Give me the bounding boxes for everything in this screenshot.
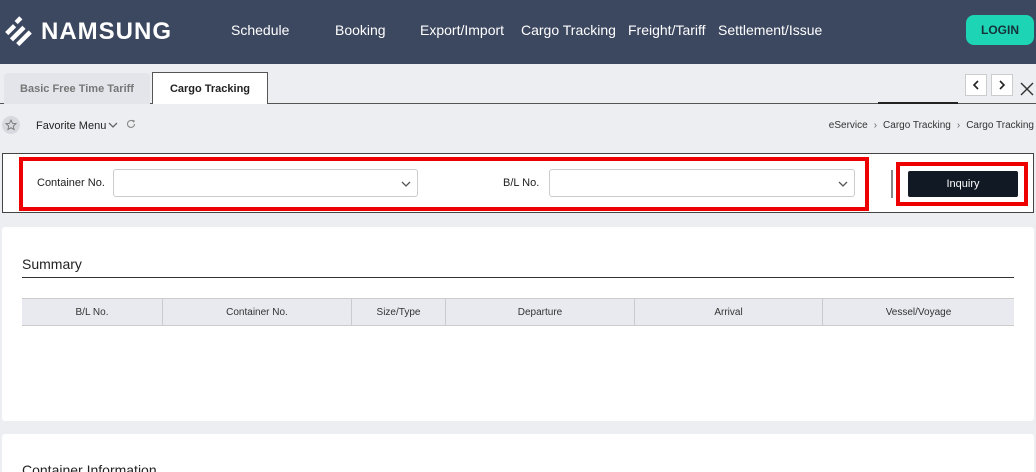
tab-underline-accent: [878, 102, 958, 104]
breadcrumb-item-cargo-tracking-page: Cargo Tracking: [966, 120, 1034, 131]
summary-title-divider: [22, 277, 1014, 278]
column-departure: Departure: [446, 299, 635, 325]
container-no-label: Container No.: [37, 177, 105, 189]
breadcrumb-item-cargo-tracking-menu[interactable]: Cargo Tracking: [883, 120, 951, 131]
breadcrumb-separator-icon: ›: [873, 120, 878, 131]
tab-cargo-tracking[interactable]: Cargo Tracking: [152, 72, 268, 104]
chevron-right-icon: [999, 80, 1006, 90]
container-information-section: Container Information: [2, 434, 1034, 472]
favorite-menu-label[interactable]: Favorite Menu: [36, 120, 106, 132]
tab-basic-free-time-tariff[interactable]: Basic Free Time Tariff: [4, 73, 150, 104]
close-all-tabs-icon[interactable]: [1020, 82, 1034, 96]
chevron-left-icon: [972, 80, 979, 90]
favorite-star-button[interactable]: [2, 116, 20, 134]
chevron-down-icon: [838, 181, 848, 187]
breadcrumb-separator-icon: ›: [956, 120, 961, 131]
chevron-down-icon[interactable]: [108, 120, 118, 130]
summary-title: Summary: [22, 256, 82, 272]
nav-export-import[interactable]: Export/Import: [420, 22, 504, 38]
bl-no-label: B/L No.: [503, 177, 540, 189]
nav-cargo-tracking[interactable]: Cargo Tracking: [521, 22, 616, 38]
logo-text: NAMSUNG: [41, 18, 172, 45]
summary-table-header: B/L No. Container No. Size/Type Departur…: [22, 298, 1014, 326]
star-icon: [5, 119, 17, 131]
search-panel: Container No. B/L No. Inquiry: [2, 153, 1034, 213]
tab-prev-button[interactable]: [965, 74, 987, 96]
container-information-title: Container Information: [22, 462, 157, 472]
nav-settlement-issue[interactable]: Settlement/Issue: [718, 22, 822, 38]
bl-no-select[interactable]: [549, 169, 855, 197]
nav-schedule[interactable]: Schedule: [231, 22, 289, 38]
summary-section: Summary B/L No. Container No. Size/Type …: [2, 227, 1034, 421]
container-no-select[interactable]: [113, 169, 418, 197]
inquiry-button[interactable]: Inquiry: [908, 171, 1018, 197]
namsung-logo[interactable]: NAMSUNG: [2, 12, 172, 52]
column-bl-no: B/L No.: [22, 299, 163, 325]
breadcrumb-item-eservice[interactable]: eService: [829, 120, 868, 131]
column-size-type: Size/Type: [352, 299, 446, 325]
vertical-divider: [891, 170, 893, 198]
namsung-logo-icon: [5, 16, 32, 47]
nav-freight-tariff[interactable]: Freight/Tariff: [628, 22, 706, 38]
top-navigation-bar: NAMSUNG Schedule Booking Export/Import C…: [0, 0, 1036, 64]
column-container-no: Container No.: [163, 299, 352, 325]
column-arrival: Arrival: [635, 299, 823, 325]
login-button[interactable]: LOGIN: [966, 15, 1034, 45]
chevron-down-icon: [401, 181, 411, 187]
refresh-icon[interactable]: [126, 119, 136, 129]
nav-booking[interactable]: Booking: [335, 22, 386, 38]
breadcrumb: eService › Cargo Tracking › Cargo Tracki…: [829, 120, 1034, 131]
favorite-menu-bar: Favorite Menu eService › Cargo Tracking …: [0, 110, 1036, 140]
tab-next-button[interactable]: [991, 74, 1013, 96]
column-vessel-voyage: Vessel/Voyage: [885, 306, 952, 318]
tab-strip: Basic Free Time Tariff Cargo Tracking: [0, 64, 1036, 104]
